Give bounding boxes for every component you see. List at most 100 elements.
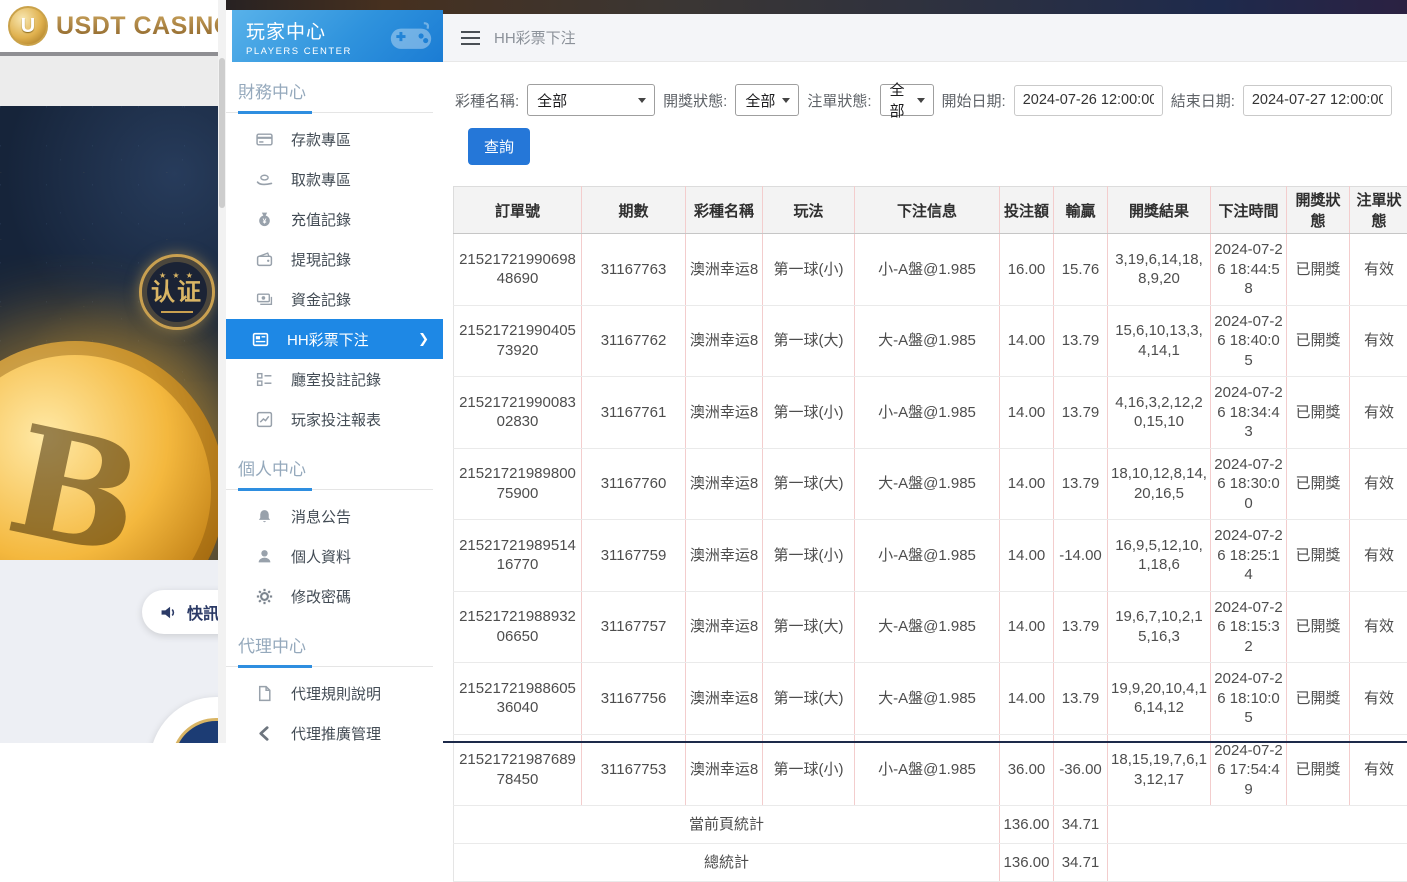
sidebar-item-player-bet-report[interactable]: 玩家投注報表 xyxy=(226,399,443,439)
table-cell: 第一球(大) xyxy=(763,305,855,377)
sidebar-item-recharge-records[interactable]: ¥ 充值記錄 xyxy=(226,199,443,239)
col-order-no: 訂單號 xyxy=(454,187,582,234)
background-gap xyxy=(0,56,218,106)
sidebar-item-profile[interactable]: 個人資料 xyxy=(226,536,443,576)
table-cell: 澳洲幸运8 xyxy=(686,377,763,449)
table-cell: 2024-07-26 18:40:05 xyxy=(1211,305,1287,377)
chevron-right-icon: ❯ xyxy=(418,331,429,347)
table-cell: 澳洲幸运8 xyxy=(686,520,763,592)
table-cell: 已開獎 xyxy=(1287,591,1350,663)
table-cell: 有效 xyxy=(1350,520,1407,592)
page-scrollbar[interactable] xyxy=(218,0,226,743)
table-cell: 14.00 xyxy=(1000,520,1054,592)
wallet-icon xyxy=(256,251,273,268)
table-row: 215217219898007590031167760澳洲幸运8第一球(大)大-… xyxy=(454,448,1407,520)
table-header: 訂單號 期數 彩種名稱 玩法 下注信息 投注額 輸贏 開獎結果 下注時間 開獎狀… xyxy=(454,187,1407,234)
draw-status-select[interactable]: 全部 xyxy=(735,84,799,116)
table-row: 215217219904057392031167762澳洲幸运8第一球(大)大-… xyxy=(454,305,1407,377)
table-cell: 澳洲幸运8 xyxy=(686,305,763,377)
withdraw-hand-icon xyxy=(256,171,273,188)
speaker-icon xyxy=(160,604,178,621)
sidebar-item-agent-rules[interactable]: 代理規則說明 xyxy=(226,673,443,713)
money-bag-icon: ¥ xyxy=(256,211,273,228)
table-cell: 19,9,20,10,4,16,14,12 xyxy=(1108,663,1211,735)
table-cell: 36.00 xyxy=(1000,734,1054,806)
sidebar-item-announcements[interactable]: 消息公告 xyxy=(226,496,443,536)
sidebar-item-label: 修改密碼 xyxy=(291,586,351,607)
table-cell: 2152172198860536040 xyxy=(454,663,582,735)
table-cell: 第一球(大) xyxy=(763,663,855,735)
main-area: HH彩票下注 彩種名稱: 全部 開獎狀態: 全部 注單狀態: 全部 xyxy=(443,14,1407,743)
usdt-coin-logo-icon: U xyxy=(8,6,48,46)
start-date-input[interactable] xyxy=(1014,85,1163,116)
sidebar-header: 玩家中心 PLAYERS CENTER xyxy=(232,10,443,62)
table-cell: 2024-07-26 18:25:14 xyxy=(1211,520,1287,592)
page-title: HH彩票下注 xyxy=(494,27,576,48)
table-cell: -14.00 xyxy=(1054,520,1108,592)
table-cell: 13.79 xyxy=(1054,305,1108,377)
table-cell: 有效 xyxy=(1350,663,1407,735)
grand-stats-empty xyxy=(1108,844,1407,882)
news-ticker[interactable]: 快訊: xyxy=(142,590,218,634)
table-cell: 已開獎 xyxy=(1287,734,1350,806)
end-date-label: 結束日期: xyxy=(1171,90,1235,111)
end-date-input[interactable] xyxy=(1243,85,1392,116)
order-status-label: 注單狀態: xyxy=(807,90,871,111)
hamburger-menu-icon[interactable] xyxy=(461,31,480,45)
table-cell: 2152172198893206650 xyxy=(454,591,582,663)
col-draw-result: 開獎結果 xyxy=(1108,187,1211,234)
table-row: 215217219876897845031167753澳洲幸运8第一球(小)小-… xyxy=(454,734,1407,806)
brand-logo-text: USDT CASINO xyxy=(56,12,218,41)
sidebar-item-label: 提現記錄 xyxy=(291,249,351,270)
sidebar-item-funds-records[interactable]: 資金記錄 xyxy=(226,279,443,319)
table-cell: 2024-07-26 18:44:58 xyxy=(1211,234,1287,306)
table-cell: 已開獎 xyxy=(1287,377,1350,449)
table-row: 215217219886053604031167756澳洲幸运8第一球(大)大-… xyxy=(454,663,1407,735)
table-cell: 有效 xyxy=(1350,591,1407,663)
page-stats-label: 當前頁統計 xyxy=(454,806,1000,844)
table-cell: 2152172199008302830 xyxy=(454,377,582,449)
table-cell: 2152172199040573920 xyxy=(454,305,582,377)
section-divider xyxy=(226,112,433,113)
funds-icon xyxy=(256,291,273,308)
table-row: 215217219895141677031167759澳洲幸运8第一球(小)小-… xyxy=(454,520,1407,592)
badge-label: 认证 xyxy=(151,280,203,306)
sidebar-section-agent: 代理中心 xyxy=(226,632,443,657)
floating-logo-circle[interactable] xyxy=(150,697,218,743)
table-row: 215217219906984869031167763澳洲幸运8第一球(小)小-… xyxy=(454,234,1407,306)
sidebar-item-label: 代理規則說明 xyxy=(291,683,381,704)
sidebar-item-agent-promotion[interactable]: 代理推廣管理 xyxy=(226,713,443,753)
table-cell: 19,6,7,10,2,15,16,3 xyxy=(1108,591,1211,663)
sidebar-item-label: 玩家投注報表 xyxy=(291,409,381,430)
table-cell: 31167760 xyxy=(582,448,686,520)
gamepad-icon xyxy=(389,19,433,53)
order-status-select[interactable]: 全部 xyxy=(880,84,934,116)
table-cell: 大-A盤@1.985 xyxy=(855,305,1000,377)
col-lottery-name: 彩種名稱 xyxy=(686,187,763,234)
sidebar-item-change-password[interactable]: 修改密碼 xyxy=(226,576,443,616)
table-cell: 4,16,3,2,12,20,15,10 xyxy=(1108,377,1211,449)
sidebar-item-label: 取款專區 xyxy=(291,169,351,190)
draw-status-value: 全部 xyxy=(745,90,775,111)
sidebar-item-label: 廳室投註記錄 xyxy=(291,369,381,390)
table-cell: 13.79 xyxy=(1054,448,1108,520)
checklist-icon xyxy=(256,371,273,388)
col-order-status: 注單狀態 xyxy=(1350,187,1407,234)
table-cell: 14.00 xyxy=(1000,591,1054,663)
sidebar-item-hh-lottery-bets[interactable]: HH彩票下注 ❯ xyxy=(226,319,443,359)
lottery-name-select[interactable]: 全部 xyxy=(527,84,655,116)
sidebar-item-withdraw-zone[interactable]: 取款專區 xyxy=(226,159,443,199)
sidebar-item-room-bet-records[interactable]: 廳室投註記錄 xyxy=(226,359,443,399)
col-draw-status: 開獎狀態 xyxy=(1287,187,1350,234)
table-cell: 31167762 xyxy=(582,305,686,377)
sidebar-item-deposit-zone[interactable]: 存款專區 xyxy=(226,119,443,159)
query-button[interactable]: 查詢 xyxy=(468,128,530,165)
scrollbar-thumb[interactable] xyxy=(219,58,225,208)
sidebar-item-withdrawal-records[interactable]: 提現記錄 xyxy=(226,239,443,279)
bitcoin-hero-banner: B ★ ★ ★ 认证 xyxy=(0,106,218,560)
gear-icon xyxy=(256,588,273,605)
table-cell: 已開獎 xyxy=(1287,520,1350,592)
share-chevron-icon xyxy=(256,725,273,742)
table-cell: 第一球(大) xyxy=(763,591,855,663)
table-cell: 13.79 xyxy=(1054,663,1108,735)
